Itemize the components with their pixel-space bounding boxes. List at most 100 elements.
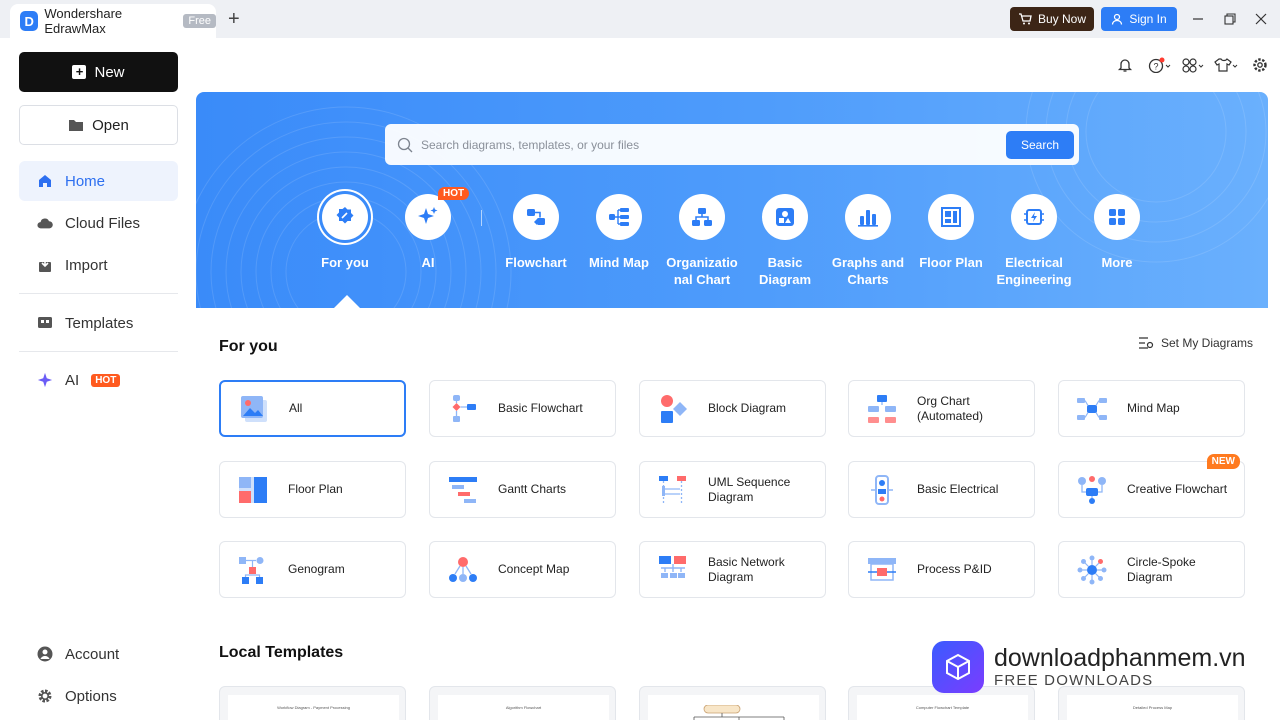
- open-label: Open: [92, 116, 129, 134]
- shirt-icon[interactable]: [1213, 55, 1239, 75]
- bell-icon[interactable]: [1115, 55, 1135, 75]
- template-thumbnail-caption: Algorithm Flowchart: [438, 695, 609, 720]
- local-template-card[interactable]: [639, 686, 826, 720]
- category-label-line1: Organizatio: [666, 255, 738, 270]
- sidebar-item-templates[interactable]: Templates: [19, 303, 178, 343]
- category-label: Floor Plan: [919, 255, 983, 270]
- template-card-org-chart-automated[interactable]: Org Chart (Automated): [848, 380, 1035, 437]
- sidebar-item-cloud-files[interactable]: Cloud Files: [19, 203, 178, 243]
- sidebar-item-ai[interactable]: AI HOT: [19, 360, 178, 400]
- category-label: More: [1101, 255, 1133, 270]
- category-label: For you: [321, 255, 369, 270]
- category-label-line2: Charts: [847, 272, 889, 287]
- template-card-basic-flowchart[interactable]: Basic Flowchart: [429, 380, 616, 437]
- sidebar-item-label: AI: [65, 371, 80, 389]
- apps-icon[interactable]: [1180, 55, 1206, 75]
- card-label: Floor Plan: [288, 482, 343, 496]
- template-card-uml-sequence-diagram[interactable]: UML Sequence Diagram: [639, 461, 826, 518]
- edrawmax-logo-icon: D: [20, 11, 39, 31]
- search-input[interactable]: [421, 137, 1006, 152]
- template-card-basic-electrical[interactable]: Basic Electrical: [848, 461, 1035, 518]
- template-card-gantt-charts[interactable]: Gantt Charts: [429, 461, 616, 518]
- search-icon: [397, 137, 413, 152]
- template-card-concept-map[interactable]: Concept Map: [429, 541, 616, 598]
- category-ai[interactable]: HOT AI: [383, 187, 473, 271]
- category-mind-map[interactable]: Mind Map: [574, 194, 664, 271]
- basic-flowchart-icon: [452, 394, 476, 422]
- template-card-circle-spoke-diagram[interactable]: Circle-Spoke Diagram: [1058, 541, 1245, 598]
- local-template-card[interactable]: Workflow Diagram - Payment Processing: [219, 686, 406, 720]
- sidebar-item-home[interactable]: Home: [19, 161, 178, 201]
- settings-icon[interactable]: [1250, 55, 1270, 75]
- category-more[interactable]: More: [1072, 194, 1162, 271]
- new-badge: NEW: [1206, 454, 1240, 469]
- new-button[interactable]: + New: [19, 52, 178, 92]
- search-button[interactable]: Search: [1006, 130, 1074, 159]
- sidebar-item-label: Home: [65, 172, 106, 190]
- open-button[interactable]: Open: [19, 105, 178, 145]
- home-icon: [37, 173, 53, 189]
- hot-badge: HOT: [438, 187, 470, 200]
- category-label-line1: Basic: [767, 255, 803, 270]
- app-tab[interactable]: D Wondershare EdrawMax Free: [10, 4, 216, 38]
- creative-flowchart-icon: [1078, 475, 1106, 504]
- buy-now-button[interactable]: Buy Now: [1010, 7, 1094, 31]
- sidebar-divider: [19, 293, 178, 294]
- card-label: Mind Map: [1127, 401, 1180, 415]
- template-card-floor-plan[interactable]: Floor Plan: [219, 461, 406, 518]
- bar-chart-icon: [845, 194, 891, 240]
- category-label: Organizatio nal Chart: [657, 254, 747, 288]
- search-bar: Search: [385, 124, 1079, 165]
- set-my-diagrams-link[interactable]: Set My Diagrams: [1138, 336, 1253, 350]
- svg-text:?: ?: [1154, 62, 1159, 72]
- app-title: Wondershare EdrawMax: [44, 6, 123, 36]
- template-thumbnail-caption: Workflow Diagram - Payment Processing: [228, 695, 399, 720]
- category-separator: [481, 210, 482, 226]
- minimize-icon[interactable]: [1187, 8, 1209, 30]
- import-icon: [37, 257, 53, 273]
- free-badge: Free: [183, 14, 216, 28]
- category-organizational-chart[interactable]: Organizatio nal Chart: [657, 194, 747, 288]
- category-for-you[interactable]: For you: [300, 194, 390, 271]
- help-icon[interactable]: ?: [1147, 55, 1173, 75]
- network-diagram-icon: [659, 555, 686, 578]
- restore-icon[interactable]: [1219, 8, 1241, 30]
- sidebar-item-account[interactable]: Account: [19, 634, 178, 674]
- template-card-block-diagram[interactable]: Block Diagram: [639, 380, 826, 437]
- category-graphs-and-charts[interactable]: Graphs and Charts: [823, 194, 913, 288]
- card-label: Process P&ID: [917, 562, 992, 576]
- gear-icon: [37, 688, 53, 704]
- local-template-card[interactable]: Algorithm Flowchart: [429, 686, 616, 720]
- sidebar-item-import[interactable]: Import: [19, 245, 178, 285]
- sidebar-item-label: Templates: [65, 314, 134, 332]
- block-diagram-icon: [661, 394, 687, 423]
- template-thumbnail: [648, 695, 819, 720]
- card-label: Circle-Spoke Diagram: [1127, 555, 1196, 585]
- close-icon[interactable]: [1250, 8, 1272, 30]
- category-label-line1: Electrical: [1005, 255, 1063, 270]
- circle-spoke-icon: [1077, 555, 1107, 584]
- template-card-all[interactable]: All: [219, 380, 406, 437]
- watermark: downloadphanmem.vn FREE DOWNLOADS: [932, 640, 1272, 694]
- category-label: Electrical Engineering: [989, 254, 1079, 288]
- card-label: Genogram: [288, 562, 345, 576]
- new-tab-button[interactable]: +: [228, 9, 240, 29]
- basic-electrical-icon: [871, 474, 893, 505]
- template-card-genogram[interactable]: Genogram: [219, 541, 406, 598]
- category-flowchart[interactable]: Flowchart: [491, 194, 581, 271]
- sign-in-button[interactable]: Sign In: [1101, 7, 1177, 31]
- category-electrical-engineering[interactable]: Electrical Engineering: [989, 194, 1079, 288]
- sidebar-item-options[interactable]: Options: [19, 676, 178, 716]
- template-card-basic-network-diagram[interactable]: Basic Network Diagram: [639, 541, 826, 598]
- template-card-process-pid[interactable]: Process P&ID: [848, 541, 1035, 598]
- category-basic-diagram[interactable]: Basic Diagram: [740, 194, 830, 288]
- template-card-creative-flowchart[interactable]: NEW Creative Flowchart: [1058, 454, 1245, 518]
- card-label: All: [289, 401, 303, 415]
- template-card-mind-map[interactable]: Mind Map: [1058, 380, 1245, 437]
- card-label: Basic Electrical: [917, 482, 999, 496]
- mind-map-icon: [596, 194, 642, 240]
- hot-badge: HOT: [91, 373, 121, 387]
- templates-icon: [37, 315, 53, 331]
- card-label-line2: Diagram: [1127, 569, 1173, 584]
- category-floor-plan[interactable]: Floor Plan: [906, 194, 996, 271]
